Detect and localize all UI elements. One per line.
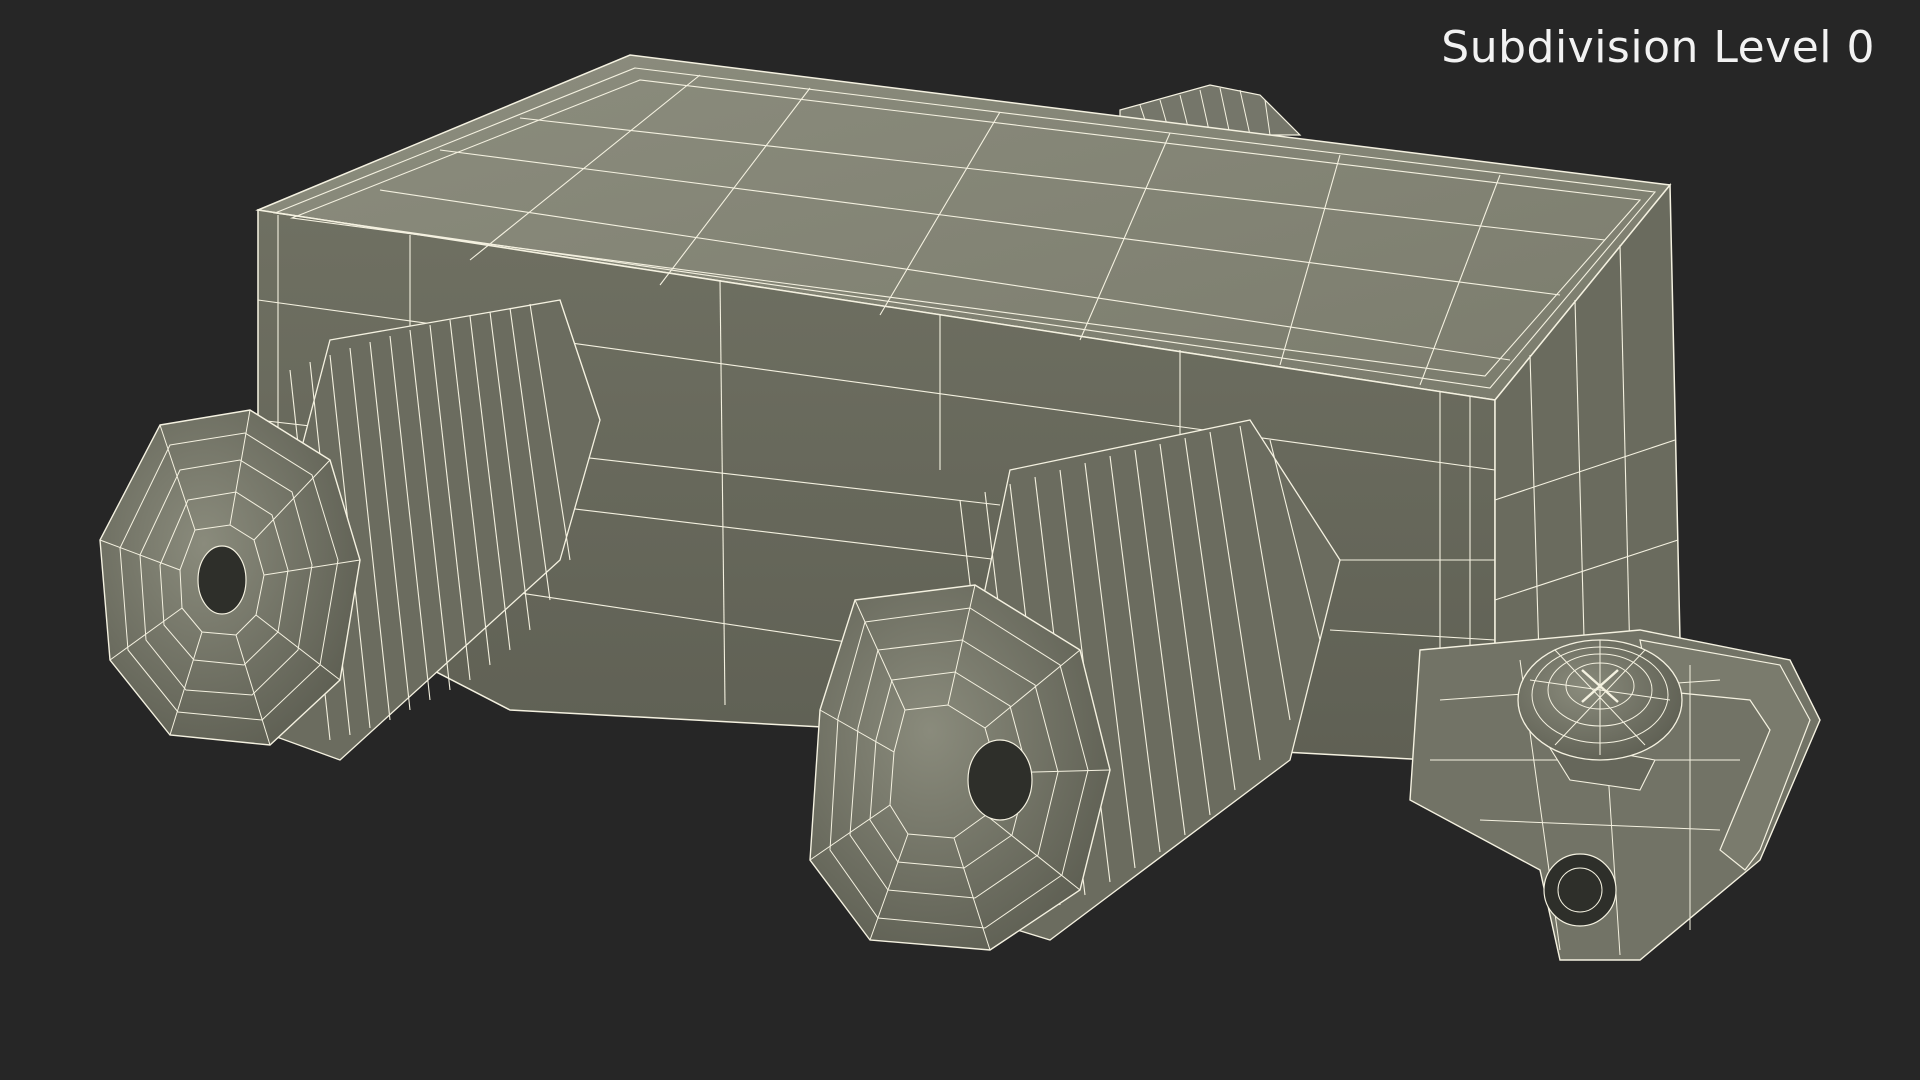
subdivision-caption: Subdivision Level 0 <box>1441 22 1875 73</box>
connector-left-hole <box>197 545 247 615</box>
model-render <box>99 54 1821 961</box>
connector-right-hole <box>967 739 1033 821</box>
bracket-hole <box>1543 853 1617 927</box>
render-viewport: Subdivision Level 0 <box>0 0 1920 1080</box>
